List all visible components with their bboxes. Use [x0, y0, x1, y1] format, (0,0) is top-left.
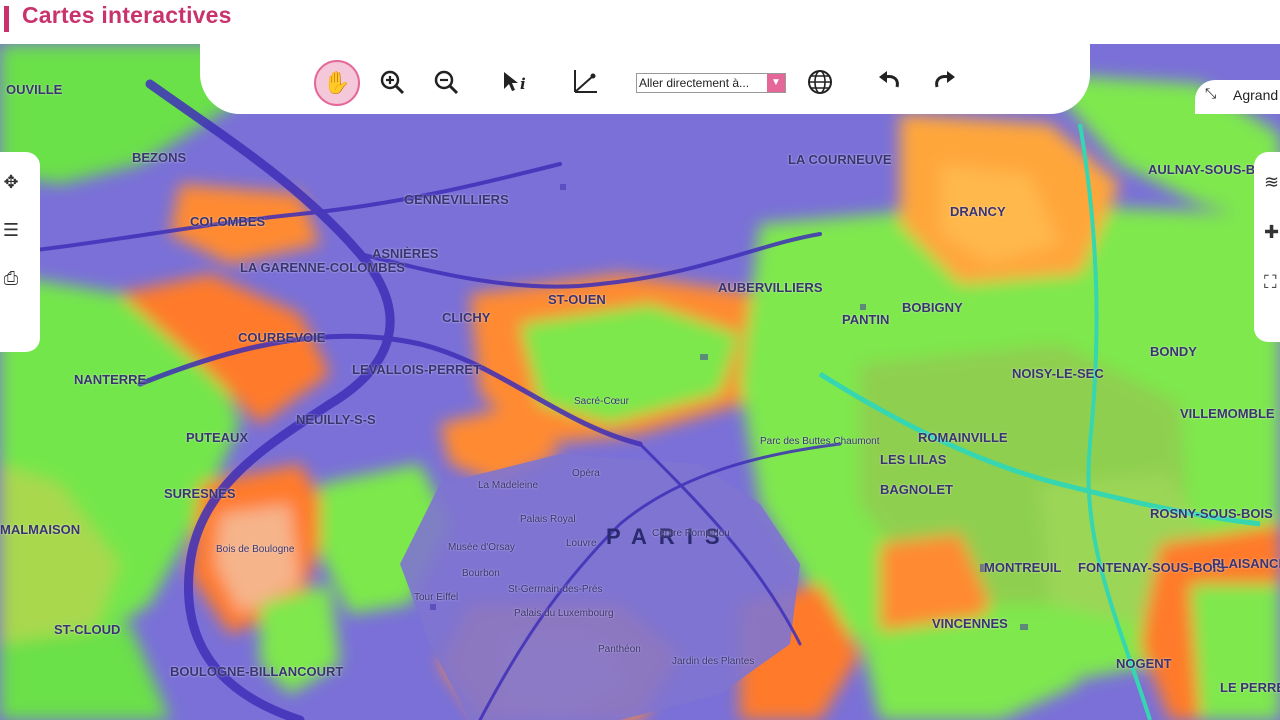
undo-icon: [879, 71, 899, 88]
map-label: LA GARENNE-COLOMBES: [240, 260, 405, 275]
zoom-in-button[interactable]: [370, 60, 414, 104]
chevron-down-icon[interactable]: ▼: [767, 74, 785, 92]
select-icon[interactable]: ⛶: [1264, 272, 1280, 296]
map-label: BEZONS: [132, 150, 187, 165]
map-label: NOGENT: [1116, 656, 1172, 671]
map-label: LES LILAS: [880, 452, 947, 467]
zoom-out-icon: [434, 70, 459, 95]
map-label: Musée d'Orsay: [448, 542, 515, 553]
map-label: MONTREUIL: [984, 560, 1062, 575]
map-label: Palais du Luxembourg: [514, 608, 614, 619]
goto-select-value: Aller directement à...: [639, 76, 750, 90]
map-label: BOBIGNY: [902, 300, 963, 315]
map-label: COURBEVOIE: [238, 330, 326, 345]
map-label: FONTENAY-SOUS-BOIS: [1078, 560, 1225, 575]
map-label: BONDY: [1150, 344, 1197, 359]
svg-text:i: i: [520, 75, 526, 93]
map-label: SURESNES: [164, 486, 236, 501]
map-label: LEVALLOIS-PERRET: [352, 362, 482, 377]
left-tool-panel: ✥ ☰ ⎙: [0, 152, 40, 352]
expand-label: Agrand: [1233, 87, 1279, 103]
map-label: COLOMBES: [190, 214, 266, 229]
zoom-out-button[interactable]: [424, 60, 468, 104]
map-label: LE PERREUX-S-MARNE: [1220, 680, 1280, 695]
add-icon[interactable]: ✚: [1264, 222, 1280, 246]
right-tool-panel: ≋ ✚ ⛶: [1254, 152, 1280, 342]
map-label: Panthéon: [598, 644, 641, 655]
page-header: Cartes interactives: [0, 0, 1280, 44]
map-label: NANTERRE: [74, 372, 147, 387]
map-label: LA COURNEUVE: [788, 152, 892, 167]
map-label: PLAISANCE: [1212, 556, 1280, 571]
map-label: Jardin des Plantes: [672, 656, 755, 667]
redo-button[interactable]: [922, 60, 966, 104]
map-label: PUTEAUX: [186, 430, 249, 445]
map-raster: [0, 44, 1280, 720]
list-icon[interactable]: ☰: [0, 220, 22, 244]
map-label: OUVILLE: [6, 82, 63, 97]
map-label: Opéra: [572, 468, 600, 479]
pan-tool-button[interactable]: ✋: [314, 60, 360, 106]
map-label: Bois de Boulogne: [216, 544, 295, 555]
expand-button[interactable]: ⤡ Agrand: [1195, 80, 1280, 114]
map-label: PANTIN: [842, 312, 890, 327]
info-tool-button[interactable]: i: [492, 60, 536, 104]
map-label: VILLEMOMBLE: [1180, 406, 1275, 421]
map-label: CLICHY: [442, 310, 491, 325]
map-label: AUBERVILLIERS: [718, 280, 823, 295]
map-label: VINCENNES: [932, 616, 1008, 631]
map-label: ASNIÈRES: [372, 246, 439, 261]
map-canvas[interactable]: PARIS OUVILLE BEZONS GENNEVILLIERS LA CO…: [0, 44, 1280, 720]
map-label: BAGNOLET: [880, 482, 953, 497]
map-label: ST-OUEN: [548, 292, 606, 307]
map-label: ROSNY-SOUS-BOIS: [1150, 506, 1273, 521]
map-label: Tour Eiffel: [414, 592, 459, 603]
map-label: Centre Pompidou: [652, 528, 730, 539]
globe-button[interactable]: [798, 60, 842, 104]
page-title: Cartes interactives: [22, 2, 232, 28]
expand-icon: ⤡: [1205, 85, 1217, 101]
move-icon[interactable]: ✥: [0, 172, 22, 196]
map-label: Palais Royal: [520, 514, 576, 525]
map-label: Sacré-Cœur: [574, 396, 630, 407]
map-label: La Madeleine: [478, 480, 539, 491]
map-label: Parc des Buttes Chaumont: [760, 436, 880, 447]
undo-button[interactable]: [868, 60, 912, 104]
zoom-in-icon: [380, 70, 405, 95]
map-label: MALMAISON: [0, 522, 81, 537]
redo-icon: [935, 71, 955, 88]
map-label: DRANCY: [950, 204, 1006, 219]
layers-icon[interactable]: ≋: [1264, 172, 1280, 196]
hand-icon: ✋: [323, 70, 351, 96]
map-label: Louvre: [566, 538, 597, 549]
map-label: ST-CLOUD: [54, 622, 121, 637]
print-icon[interactable]: ⎙: [0, 268, 22, 292]
globe-icon: [808, 70, 832, 94]
map-label: St-Germain-des-Prés: [508, 584, 603, 595]
measure-icon: [574, 70, 597, 93]
goto-select[interactable]: Aller directement à... ▼: [636, 73, 786, 93]
header-accent-bar: [4, 6, 9, 32]
map-label: NOISY-LE-SEC: [1012, 366, 1104, 381]
map-label: ROMAINVILLE: [918, 430, 1008, 445]
info-pointer-icon: i: [504, 72, 526, 93]
map-label: Bourbon: [462, 568, 500, 579]
map-label: NEUILLY-S-S: [296, 412, 376, 427]
map-label: GENNEVILLIERS: [404, 192, 509, 207]
map-label: BOULOGNE-BILLANCOURT: [170, 664, 344, 679]
measure-tool-button[interactable]: [562, 60, 606, 104]
